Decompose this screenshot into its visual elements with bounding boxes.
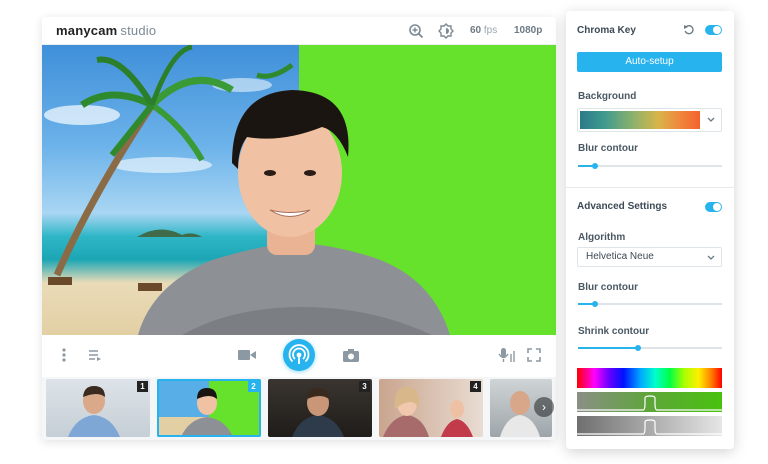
fullscreen-icon[interactable] xyxy=(527,348,541,362)
product-name: studio xyxy=(120,23,157,38)
background-label: Background xyxy=(578,91,637,102)
scene-thumbnails: 1 2 3 4 › xyxy=(42,377,556,440)
more-vertical-icon[interactable] xyxy=(60,347,68,363)
playlist-icon[interactable] xyxy=(88,348,102,362)
slider-knob[interactable] xyxy=(635,345,642,351)
brightness-icon[interactable] xyxy=(438,23,454,39)
thumbnail-number: 4 xyxy=(470,381,481,392)
fps-value: 60 xyxy=(470,25,482,36)
camera-icon[interactable] xyxy=(342,348,360,363)
auto-setup-button[interactable]: Auto-setup xyxy=(577,52,722,72)
algorithm-label: Algorithm xyxy=(578,232,626,243)
slider-knob[interactable] xyxy=(592,301,599,307)
blur-contour-advanced-slider[interactable] xyxy=(578,301,722,307)
microphone-icon[interactable] xyxy=(498,347,516,363)
slider-knob[interactable] xyxy=(592,163,599,169)
advanced-settings-title: Advanced Settings xyxy=(577,201,668,212)
controls-bar xyxy=(42,335,556,377)
background-select[interactable] xyxy=(577,108,722,132)
shrink-contour-label: Shrink contour xyxy=(578,326,650,337)
video-camera-icon[interactable] xyxy=(237,348,257,362)
video-preview xyxy=(42,45,556,335)
presenter-thumbnail-image xyxy=(383,387,473,437)
background-swatch xyxy=(580,111,700,129)
fps-unit: fps xyxy=(483,25,498,36)
chroma-key-title: Chroma Key xyxy=(577,25,636,36)
app-logo: manycam studio xyxy=(56,23,156,38)
brand-name: manycam xyxy=(56,23,118,38)
chevron-down-icon xyxy=(707,255,715,260)
chevron-down-icon xyxy=(707,117,715,122)
fps-readout: 60 fps xyxy=(470,25,497,36)
blur-contour-advanced-label: Blur contour xyxy=(578,282,638,293)
top-bar: manycam studio 60 fps 1080p xyxy=(42,17,556,45)
thumbnail-number: 2 xyxy=(248,381,259,392)
green-range-selector[interactable] xyxy=(577,392,722,412)
blur-contour-slider[interactable] xyxy=(578,163,722,169)
presenter-thumbnail-image xyxy=(292,388,344,437)
blur-contour-label: Blur contour xyxy=(578,143,638,154)
slider-fill xyxy=(578,347,639,349)
section-divider xyxy=(566,187,734,188)
stage: manycam studio 60 fps 1080p 1 2 3 4 › Ch… xyxy=(0,0,768,464)
algorithm-value: Helvetica Neue xyxy=(586,251,654,262)
broadcast-button[interactable] xyxy=(283,339,315,371)
broadcast-icon xyxy=(288,344,310,364)
resolution-readout[interactable]: 1080p xyxy=(514,25,542,36)
reset-icon[interactable] xyxy=(683,24,695,36)
scene-thumbnail[interactable]: 1 xyxy=(46,379,150,437)
hue-spectrum[interactable] xyxy=(577,368,722,388)
advanced-settings-toggle[interactable] xyxy=(705,202,722,212)
algorithm-select[interactable]: Helvetica Neue xyxy=(577,247,722,267)
chroma-thumbnail-image xyxy=(157,379,233,437)
chroma-key-toggle[interactable] xyxy=(705,25,722,35)
presenter-silhouette xyxy=(138,90,450,335)
presenter-thumbnail-image xyxy=(68,386,120,437)
shrink-contour-slider[interactable] xyxy=(578,345,722,351)
thumbnail-number: 3 xyxy=(359,381,370,392)
app-window: manycam studio 60 fps 1080p 1 2 3 4 › xyxy=(42,17,556,440)
chroma-key-panel: Chroma Key Auto-setup Background Blur co… xyxy=(566,11,734,449)
scene-thumbnail-active[interactable]: 2 xyxy=(157,379,261,437)
zoom-in-icon[interactable] xyxy=(408,23,424,39)
thumbnail-number: 1 xyxy=(137,381,148,392)
scene-thumbnail[interactable]: 3 xyxy=(268,379,372,437)
luma-range-selector[interactable] xyxy=(577,416,722,436)
thumbnails-next-button[interactable]: › xyxy=(534,397,554,417)
scene-thumbnail[interactable]: 4 xyxy=(379,379,483,437)
